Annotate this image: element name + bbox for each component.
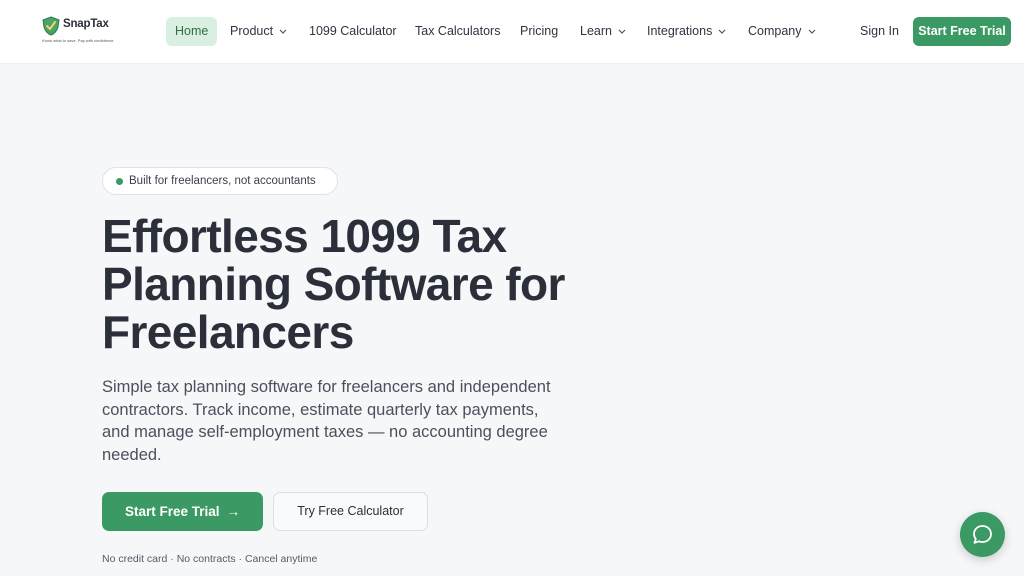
start-free-trial-button[interactable]: Start Free Trial → (102, 492, 263, 531)
chat-launcher-button[interactable] (960, 512, 1005, 557)
nav-item-1099-calculator[interactable]: 1099 Calculator (309, 17, 397, 46)
nav-item-label: 1099 Calculator (309, 24, 397, 38)
nav-item-label: Company (748, 24, 802, 38)
brand-name: SnapTax (63, 18, 109, 30)
nav-item-label: Product (230, 24, 274, 38)
nav-start-trial-button[interactable]: Start Free Trial (913, 17, 1011, 46)
nav-item-label: Learn (580, 24, 612, 38)
nav-item-home[interactable]: Home (166, 17, 218, 46)
hero-subtitle: Simple tax planning software for freelan… (102, 378, 551, 464)
nav-item-integrations[interactable]: Integrations (647, 17, 726, 46)
try-free-calculator-button[interactable]: Try Free Calculator (273, 492, 428, 531)
start-free-trial-label: Start Free Trial (124, 504, 220, 519)
chevron-down-icon (279, 29, 287, 34)
nav-item-label: Home (175, 24, 209, 38)
hero-title: Effortless 1099 Tax Planning Software fo… (102, 210, 565, 358)
arrow-right-icon: → (226, 504, 241, 519)
nav-item-label: Integrations (647, 24, 713, 38)
hero-fineprint: No credit card · No contracts · Cancel a… (102, 553, 318, 565)
brand-logo[interactable]: SnapTax Know what to save. Pay with conf… (41, 16, 115, 46)
nav-item-product[interactable]: Product (230, 17, 287, 46)
nav-item-company[interactable]: Company (748, 17, 816, 46)
hero-badge: Built for freelancers, not accountants (102, 167, 338, 195)
chat-bubble-icon (973, 525, 992, 544)
top-navigation: SnapTax Know what to save. Pay with conf… (0, 0, 1024, 64)
shield-check-icon (42, 16, 60, 36)
chevron-down-icon (718, 29, 726, 34)
hero-badge-text: Built for freelancers, not accountants (129, 175, 316, 187)
nav-item-tax-calculators[interactable]: Tax Calculators (415, 17, 500, 46)
sign-in-link[interactable]: Sign In (860, 17, 899, 46)
nav-item-label: Pricing (520, 24, 559, 38)
status-dot-icon (116, 178, 123, 185)
chevron-down-icon (618, 29, 626, 34)
nav-item-label: Tax Calculators (415, 24, 501, 38)
nav-item-pricing[interactable]: Pricing (520, 17, 558, 46)
brand-tagline: Know what to save. Pay with confidence. (42, 38, 115, 43)
nav-item-learn[interactable]: Learn (580, 17, 626, 46)
chevron-down-icon (808, 29, 815, 34)
